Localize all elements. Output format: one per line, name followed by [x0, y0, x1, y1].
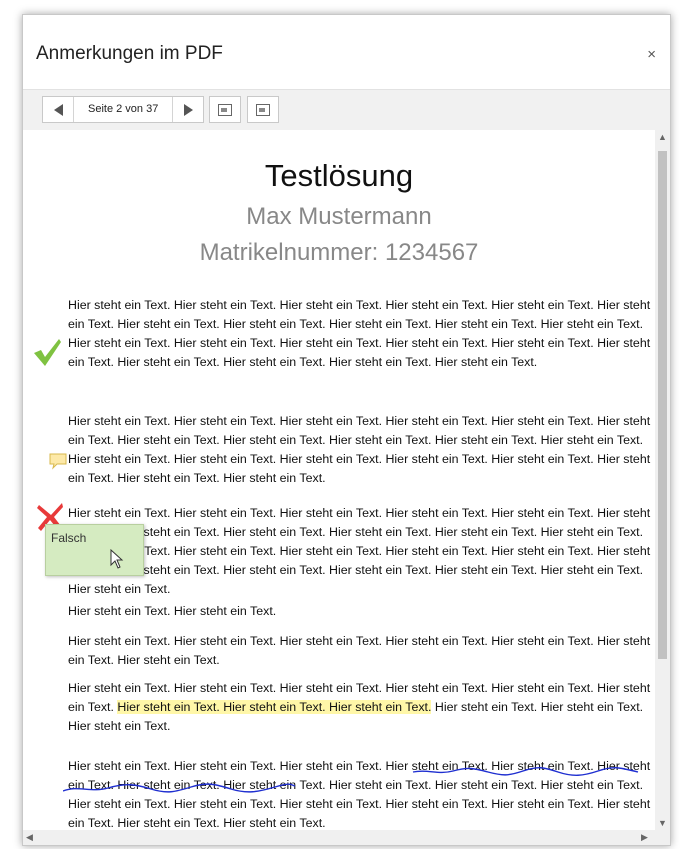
fit-page-icon	[218, 103, 232, 116]
scroll-left-icon[interactable]: ◀	[26, 832, 33, 843]
previous-page-button[interactable]	[43, 97, 73, 122]
annotations-dialog: Anmerkungen im PDF × Seite 2 von 37 Test…	[22, 14, 671, 846]
paragraph-6: Hier steht ein Text. Hier steht ein Text…	[68, 679, 658, 736]
paragraph-1: Hier steht ein Text. Hier steht ein Text…	[68, 298, 651, 369]
underline-stroke-2	[63, 783, 296, 793]
vertical-scrollbar[interactable]: ▲ ▼	[655, 130, 670, 830]
pdf-toolbar: Seite 2 von 37	[23, 89, 670, 131]
underline-stroke-1	[412, 767, 639, 776]
dialog-title-bar: Anmerkungen im PDF ×	[23, 15, 670, 89]
pdf-viewer: Testlösung Max Mustermann Matrikelnummer…	[23, 130, 670, 845]
comment-note-icon[interactable]	[48, 451, 68, 471]
page-indicator: Seite 2 von 37	[73, 97, 174, 122]
highlighted-text[interactable]: Hier steht ein Text. Hier steht ein Text…	[117, 700, 432, 714]
paragraph-2: Hier steht ein Text. Hier steht ein Text…	[68, 414, 651, 485]
student-matrikel: Matrikelnummer: 1234567	[199, 239, 479, 266]
scroll-up-icon[interactable]: ▲	[658, 132, 667, 142]
student-name: Max Mustermann	[246, 203, 432, 230]
paragraph-3: Hier steht ein Text. Hier steht ein Text…	[68, 506, 651, 596]
scroll-right-icon[interactable]: ▶	[641, 832, 648, 843]
page-navigation: Seite 2 von 37	[42, 96, 205, 123]
close-button[interactable]: ×	[647, 46, 656, 63]
paragraph-4: Hier steht ein Text. Hier steht ein Text…	[68, 604, 277, 618]
annotation-popup[interactable]: Falsch	[45, 524, 144, 576]
horizontal-scrollbar[interactable]: ◀ ▶	[23, 830, 655, 845]
arrow-left-icon	[53, 103, 63, 116]
fit-width-icon	[256, 103, 270, 116]
scroll-thumb[interactable]	[658, 151, 667, 659]
mouse-cursor-icon	[110, 549, 124, 569]
fit-width-button[interactable]	[247, 96, 279, 123]
arrow-right-icon	[183, 103, 193, 116]
paragraph-5: Hier steht ein Text. Hier steht ein Text…	[68, 634, 651, 667]
popup-text: Falsch	[51, 531, 87, 545]
scroll-down-icon[interactable]: ▼	[658, 818, 667, 828]
freehand-underline[interactable]	[63, 755, 643, 795]
checkmark-icon[interactable]	[31, 336, 63, 368]
dialog-title: Anmerkungen im PDF	[36, 43, 223, 64]
document-title: Testlösung	[264, 158, 414, 193]
next-page-button[interactable]	[173, 97, 203, 122]
scrollbar-corner	[655, 830, 670, 845]
fit-page-button[interactable]	[209, 96, 241, 123]
